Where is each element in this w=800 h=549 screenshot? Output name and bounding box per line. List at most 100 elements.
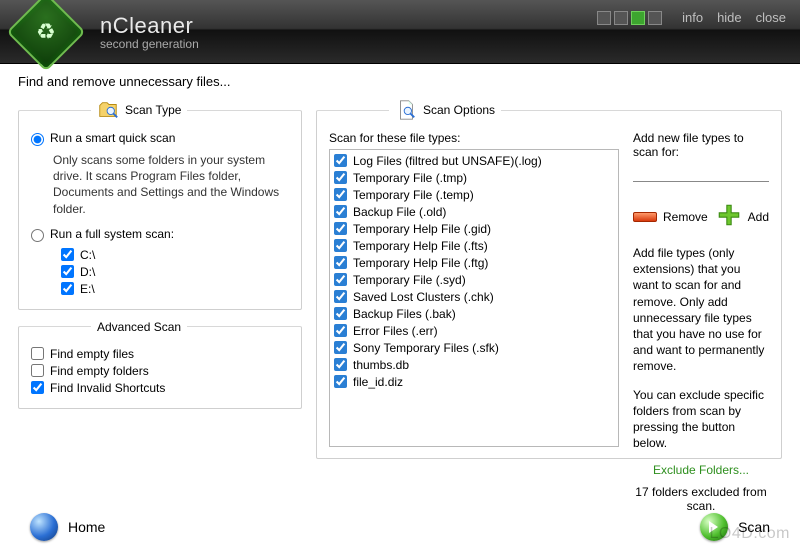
app-title: nCleaner: [100, 13, 199, 39]
advanced-option-checkbox[interactable]: [31, 347, 44, 360]
add-extension-label: Add new file types to scan for:: [633, 131, 769, 159]
file-type-item[interactable]: Saved Lost Clusters (.chk): [332, 288, 616, 305]
file-type-label: thumbs.db: [353, 358, 409, 372]
advanced-option-row: Find Invalid Shortcuts: [31, 381, 289, 395]
file-type-checkbox[interactable]: [334, 222, 347, 235]
file-type-item[interactable]: Log Files (filtred but UNSAFE)(.log): [332, 152, 616, 169]
drive-label: C:\: [80, 248, 95, 262]
scan-type-group: Scan Type Run a smart quick scan Only sc…: [18, 99, 302, 310]
file-type-label: Backup File (.old): [353, 205, 446, 219]
file-type-checkbox[interactable]: [334, 171, 347, 184]
scan-options-legend: Scan Options: [423, 103, 495, 117]
file-type-item[interactable]: file_id.diz: [332, 373, 616, 390]
file-type-item[interactable]: Temporary File (.tmp): [332, 169, 616, 186]
drive-checkbox[interactable]: [61, 248, 74, 261]
file-type-item[interactable]: Temporary File (.temp): [332, 186, 616, 203]
add-button[interactable]: Add: [716, 202, 769, 231]
drive-checkbox[interactable]: [61, 265, 74, 278]
info-link[interactable]: info: [682, 10, 703, 25]
file-type-checkbox[interactable]: [334, 341, 347, 354]
quick-scan-desc: Only scans some folders in your system d…: [53, 152, 289, 217]
file-type-item[interactable]: Temporary File (.syd): [332, 271, 616, 288]
quick-scan-label[interactable]: Run a smart quick scan: [50, 131, 175, 145]
file-type-label: Sony Temporary Files (.sfk): [353, 341, 499, 355]
file-type-label: Temporary File (.tmp): [353, 171, 467, 185]
file-type-label: Temporary File (.temp): [353, 188, 474, 202]
recycle-icon: ♻: [36, 18, 56, 44]
plus-icon: [716, 202, 742, 231]
search-document-icon: [395, 99, 417, 121]
home-sphere-icon: [30, 513, 58, 541]
play-sphere-icon: [700, 513, 728, 541]
file-type-item[interactable]: Backup Files (.bak): [332, 305, 616, 322]
file-type-item[interactable]: Temporary Help File (.fts): [332, 237, 616, 254]
file-type-label: Error Files (.err): [353, 324, 438, 338]
advanced-scan-group: Advanced Scan Find empty files Find empty…: [18, 320, 302, 409]
drive-checkbox-row: E:\: [61, 282, 289, 296]
advanced-option-row: Find empty files: [31, 347, 289, 361]
advanced-option-checkbox[interactable]: [31, 381, 44, 394]
file-type-checkbox[interactable]: [334, 358, 347, 371]
minus-icon: [633, 212, 657, 222]
drive-checkbox-row: D:\: [61, 265, 289, 279]
drive-label: E:\: [80, 282, 95, 296]
drive-checkbox-row: C:\: [61, 248, 289, 262]
remove-button[interactable]: Remove: [633, 202, 708, 231]
file-type-item[interactable]: Temporary Help File (.ftg): [332, 254, 616, 271]
file-type-checkbox[interactable]: [334, 290, 347, 303]
file-type-checkbox[interactable]: [334, 256, 347, 269]
file-type-label: Saved Lost Clusters (.chk): [353, 290, 494, 304]
file-type-checkbox[interactable]: [334, 154, 347, 167]
file-type-label: Temporary Help File (.fts): [353, 239, 488, 253]
file-type-checkbox[interactable]: [334, 239, 347, 252]
file-types-label: Scan for these file types:: [329, 131, 619, 145]
app-header: ♻ nCleaner second generation info hide c…: [0, 0, 800, 64]
drive-label: D:\: [80, 265, 95, 279]
quick-scan-radio[interactable]: [31, 133, 44, 146]
brand-squares-icon: [597, 11, 662, 25]
advanced-option-row: Find empty folders: [31, 364, 289, 378]
file-type-checkbox[interactable]: [334, 205, 347, 218]
file-type-label: Temporary Help File (.gid): [353, 222, 491, 236]
file-type-item[interactable]: Backup File (.old): [332, 203, 616, 220]
add-extension-input[interactable]: [633, 163, 769, 182]
app-logo: ♻: [6, 0, 85, 71]
scan-options-group: Scan Options Scan for these file types: …: [316, 99, 782, 459]
full-scan-label[interactable]: Run a full system scan:: [50, 227, 174, 241]
close-link[interactable]: close: [756, 10, 786, 25]
file-type-item[interactable]: Error Files (.err): [332, 322, 616, 339]
file-type-item[interactable]: thumbs.db: [332, 356, 616, 373]
file-type-checkbox[interactable]: [334, 188, 347, 201]
file-type-label: Log Files (filtred but UNSAFE)(.log): [353, 154, 542, 168]
add-help-text: Add file types (only extensions) that yo…: [633, 245, 769, 375]
full-scan-radio[interactable]: [31, 229, 44, 242]
scan-button[interactable]: Scan: [700, 513, 770, 541]
file-types-list[interactable]: Log Files (filtred but UNSAFE)(.log) Temp…: [329, 149, 619, 447]
app-subtitle: second generation: [100, 37, 199, 51]
file-type-label: file_id.diz: [353, 375, 403, 389]
advanced-scan-legend: Advanced Scan: [97, 320, 181, 334]
excluded-count: 17 folders excluded from scan.: [633, 485, 769, 513]
app-titling: nCleaner second generation: [100, 13, 199, 51]
drive-checkbox[interactable]: [61, 282, 74, 295]
file-type-label: Backup Files (.bak): [353, 307, 456, 321]
file-type-label: Temporary File (.syd): [353, 273, 466, 287]
home-button[interactable]: Home: [30, 513, 105, 541]
file-type-item[interactable]: Sony Temporary Files (.sfk): [332, 339, 616, 356]
scan-type-legend: Scan Type: [125, 103, 181, 117]
file-type-checkbox[interactable]: [334, 375, 347, 388]
file-type-label: Temporary Help File (.ftg): [353, 256, 488, 270]
advanced-option-label: Find empty files: [50, 347, 134, 361]
search-folder-icon: [97, 99, 119, 121]
advanced-option-label: Find Invalid Shortcuts: [50, 381, 165, 395]
file-type-checkbox[interactable]: [334, 273, 347, 286]
advanced-option-checkbox[interactable]: [31, 364, 44, 377]
file-type-item[interactable]: Temporary Help File (.gid): [332, 220, 616, 237]
exclude-folders-link[interactable]: Exclude Folders...: [633, 463, 769, 477]
file-type-checkbox[interactable]: [334, 307, 347, 320]
hide-link[interactable]: hide: [717, 10, 742, 25]
exclude-help-text: You can exclude specific folders from sc…: [633, 387, 769, 452]
advanced-option-label: Find empty folders: [50, 364, 149, 378]
file-type-checkbox[interactable]: [334, 324, 347, 337]
page-intro: Find and remove unnecessary files...: [0, 64, 800, 89]
